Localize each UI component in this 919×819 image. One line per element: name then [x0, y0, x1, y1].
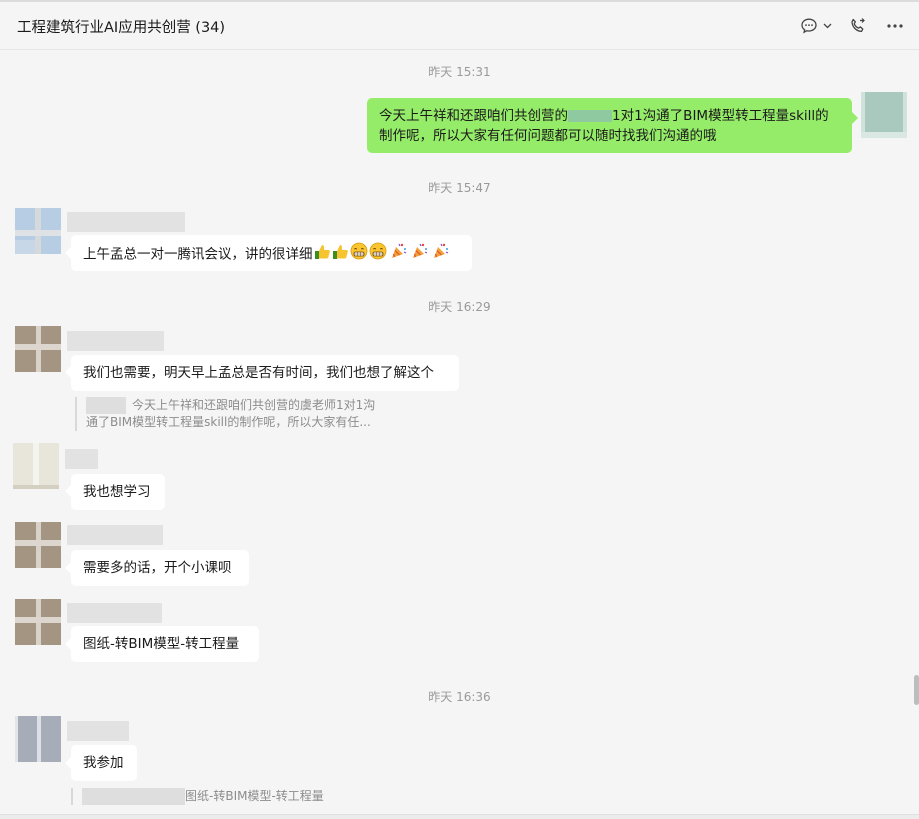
message-bubble-incoming[interactable]: 我参加	[71, 745, 137, 781]
sender-name	[67, 212, 185, 232]
grin-icon	[369, 242, 387, 267]
timestamp: 昨天 15:47	[428, 181, 491, 195]
quote-text: 通了BIM模型转工程量skill的制作呢，所以大家有任...	[86, 415, 371, 429]
message-bubble-incoming[interactable]: 我们也需要，明天早上孟总是否有时间，我们也想了解这个	[71, 355, 459, 391]
party-popper-icon	[411, 242, 429, 267]
message-text: 我也想学习	[83, 484, 151, 500]
message-bubble-incoming[interactable]: 我也想学习	[71, 474, 165, 510]
message-text: 上午孟总一对一腾讯会议，讲的很详细	[83, 246, 313, 263]
redacted-name	[82, 788, 185, 805]
avatar[interactable]	[861, 92, 907, 138]
more-icon[interactable]	[884, 15, 906, 37]
timestamp: 昨天 16:36	[428, 690, 491, 704]
message-text: 1对1沟通了BIM模型转工程量skill的	[612, 108, 829, 124]
party-popper-icon	[390, 242, 408, 267]
quote-text: 今天上午祥和还跟咱们共创营的虞老师1对1沟	[132, 398, 376, 412]
message-text: 今天上午祥和还跟咱们共创营的	[379, 108, 568, 124]
message-text: 需要多的话，开个小课呗	[83, 560, 232, 576]
quoted-message[interactable]: 今天上午祥和还跟咱们共创营的虞老师1对1沟 通了BIM模型转工程量skill的制…	[75, 397, 385, 431]
sender-name	[67, 721, 129, 741]
redacted-name	[568, 110, 612, 122]
message-bubble-incoming[interactable]: 需要多的话，开个小课呗	[71, 550, 249, 586]
thumbs-up-icon	[314, 243, 331, 267]
avatar[interactable]	[15, 522, 61, 568]
timestamp: 昨天 16:29	[428, 300, 491, 314]
redacted-name	[86, 397, 126, 414]
avatar[interactable]	[15, 716, 61, 762]
avatar[interactable]	[15, 326, 61, 372]
phone-icon[interactable]	[847, 15, 869, 37]
input-area-divider	[0, 814, 919, 819]
thumbs-up-icon	[332, 243, 349, 267]
message-bubble-outgoing[interactable]: 今天上午祥和还跟咱们共创营的 1对1沟通了BIM模型转工程量skill的 制作呢，…	[367, 98, 852, 153]
message-bubble-incoming[interactable]: 上午孟总一对一腾讯会议，讲的很详细	[71, 235, 472, 271]
bubble-tail	[852, 112, 858, 124]
chevron-down-icon[interactable]	[821, 15, 833, 37]
quote-text: 图纸-转BIM模型-转工程量	[185, 789, 324, 803]
avatar[interactable]	[13, 443, 59, 489]
sender-name	[67, 331, 164, 351]
avatar[interactable]	[15, 599, 61, 645]
chat-title[interactable]: 工程建筑行业AI应用共创营 (34)	[17, 16, 225, 37]
message-text: 我参加	[83, 755, 124, 771]
avatar[interactable]	[15, 208, 61, 254]
sender-name	[67, 603, 162, 623]
timestamp: 昨天 15:31	[428, 65, 491, 79]
sender-name	[67, 525, 163, 545]
chat-bubble-icon[interactable]	[798, 15, 820, 37]
message-text: 制作呢，所以大家有任何问题都可以随时找我们沟通的哦	[379, 128, 717, 144]
message-text: 图纸-转BIM模型-转工程量	[83, 636, 240, 652]
message-text: 我们也需要，明天早上孟总是否有时间，我们也想了解这个	[83, 365, 434, 381]
party-popper-icon	[432, 242, 450, 267]
grin-icon	[350, 242, 368, 267]
message-list[interactable]: 昨天 15:31 今天上午祥和还跟咱们共创营的 1对1沟通了BIM模型转工程量sk…	[0, 50, 919, 819]
chat-header: 工程建筑行业AI应用共创营 (34)	[0, 0, 919, 50]
message-bubble-incoming[interactable]: 图纸-转BIM模型-转工程量	[71, 626, 259, 662]
scrollbar[interactable]	[914, 675, 919, 705]
quoted-message[interactable]: 图纸-转BIM模型-转工程量	[71, 788, 371, 805]
sender-name	[65, 449, 98, 469]
